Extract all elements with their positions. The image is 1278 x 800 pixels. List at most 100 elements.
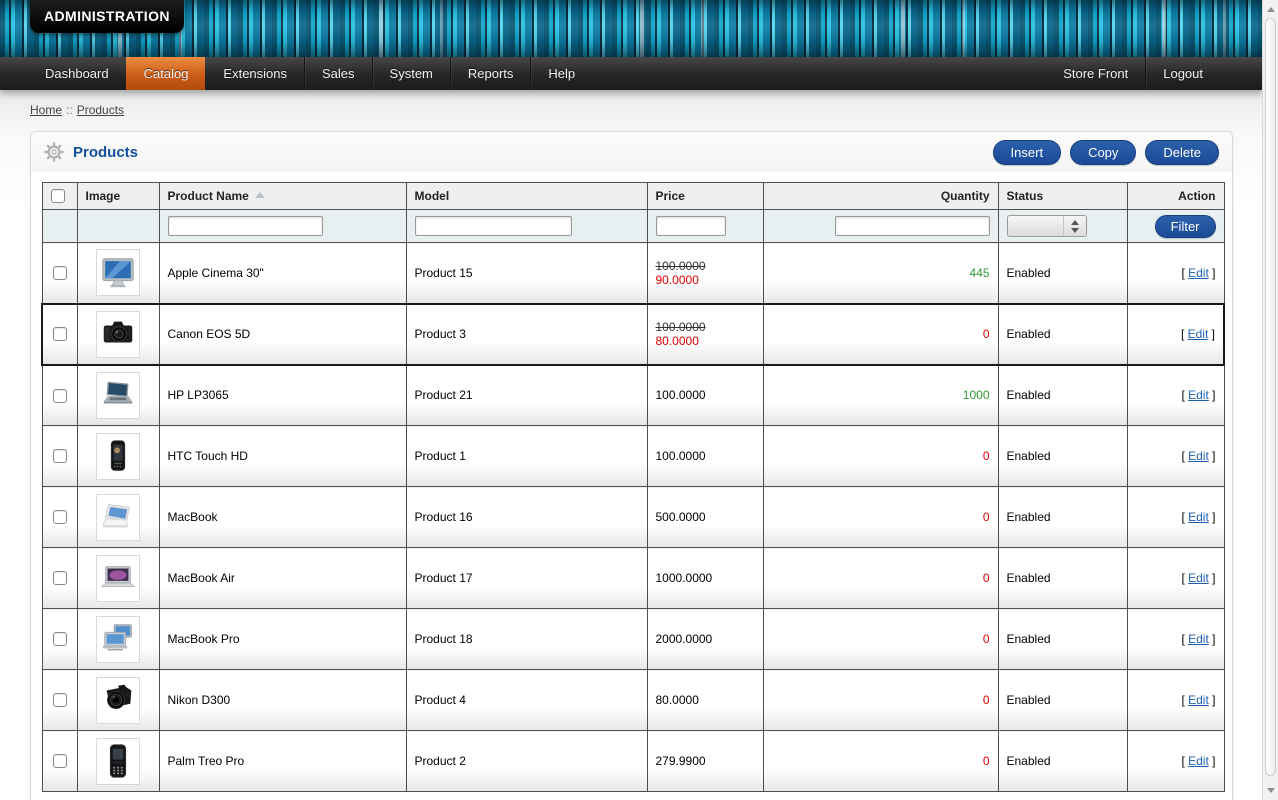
row-checkbox[interactable]	[53, 632, 67, 646]
row-checkbox[interactable]	[53, 693, 67, 707]
nav-item-catalog[interactable]: Catalog	[126, 57, 206, 90]
row-checkbox[interactable]	[53, 571, 67, 585]
filter-model-input[interactable]	[415, 216, 572, 236]
row-checkbox[interactable]	[53, 510, 67, 524]
breadcrumb-separator: ::	[66, 103, 73, 117]
nav-item-reports[interactable]: Reports	[450, 57, 531, 90]
column-header-product-name[interactable]: Product Name	[159, 183, 406, 210]
edit-bracket-open: [	[1181, 693, 1184, 707]
price-cell: 80.0000	[647, 670, 763, 731]
product-thumbnail	[96, 677, 140, 724]
model-cell: Product 1	[406, 426, 647, 487]
product-thumbnail	[96, 372, 140, 419]
logout-link[interactable]: Logout	[1145, 57, 1220, 90]
nav-item-system[interactable]: System	[372, 57, 450, 90]
edit-link[interactable]: Edit	[1188, 449, 1209, 463]
price-cell: 500.0000	[647, 487, 763, 548]
product-name-cell: HP LP3065	[159, 365, 406, 426]
action-cell: [ Edit ]	[1127, 731, 1224, 792]
delete-button[interactable]: Delete	[1145, 140, 1219, 165]
row-checkbox[interactable]	[53, 389, 67, 403]
gear-icon	[44, 142, 64, 162]
edit-link[interactable]: Edit	[1188, 571, 1209, 585]
action-cell: [ Edit ]	[1127, 487, 1224, 548]
nav-item-extensions[interactable]: Extensions	[205, 57, 304, 90]
product-row: HTC Touch HD Product 1 100.0000 0 Enable…	[42, 426, 1224, 487]
price-cell: 100.000080.0000	[647, 304, 763, 365]
nav-item-help[interactable]: Help	[530, 57, 592, 90]
edit-bracket-close: ]	[1212, 388, 1215, 402]
filter-price-input[interactable]	[656, 216, 726, 236]
column-header-model[interactable]: Model	[406, 183, 647, 210]
scrollbar-down-icon[interactable]	[1267, 788, 1275, 793]
products-panel: Products Insert Copy Delete Image Produc	[30, 131, 1233, 800]
edit-link[interactable]: Edit	[1188, 693, 1209, 707]
brand-badge: ADMINISTRATION	[30, 0, 184, 33]
insert-button[interactable]: Insert	[993, 140, 1062, 165]
edit-link[interactable]: Edit	[1188, 266, 1209, 280]
admin-page: ADMINISTRATION Dashboard Catalog Extensi…	[0, 0, 1278, 800]
page-scrollbar[interactable]	[1262, 0, 1278, 800]
product-thumbnail	[96, 616, 140, 663]
breadcrumb-products-link[interactable]: Products	[77, 103, 124, 117]
select-all-checkbox[interactable]	[51, 189, 65, 203]
quantity-cell: 1000	[763, 365, 998, 426]
column-header-status[interactable]: Status	[998, 183, 1127, 210]
price-cell: 2000.0000	[647, 609, 763, 670]
product-row: Canon EOS 5D Product 3 100.000080.0000 0…	[42, 304, 1224, 365]
product-name-cell: MacBook	[159, 487, 406, 548]
model-cell: Product 17	[406, 548, 647, 609]
product-row: HP LP3065 Product 21 100.0000 1000 Enabl…	[42, 365, 1224, 426]
status-cell: Enabled	[998, 609, 1127, 670]
price-cell: 100.0000	[647, 426, 763, 487]
model-cell: Product 16	[406, 487, 647, 548]
product-name-cell: HTC Touch HD	[159, 426, 406, 487]
row-checkbox[interactable]	[53, 754, 67, 768]
edit-link[interactable]: Edit	[1188, 754, 1209, 768]
action-cell: [ Edit ]	[1127, 548, 1224, 609]
filter-row: Filter	[42, 210, 1224, 243]
breadcrumb: Home::Products	[0, 90, 1262, 117]
product-name-cell: Nikon D300	[159, 670, 406, 731]
edit-bracket-close: ]	[1212, 754, 1215, 768]
status-cell: Enabled	[998, 365, 1127, 426]
quantity-cell: 0	[763, 609, 998, 670]
filter-name-input[interactable]	[168, 216, 323, 236]
quantity-cell: 445	[763, 243, 998, 304]
filter-button[interactable]: Filter	[1155, 215, 1216, 238]
row-checkbox[interactable]	[53, 449, 67, 463]
quantity-cell: 0	[763, 731, 998, 792]
scrollbar-thumb[interactable]	[1265, 18, 1276, 776]
edit-link[interactable]: Edit	[1188, 632, 1209, 646]
edit-bracket-open: [	[1181, 510, 1184, 524]
store-front-link[interactable]: Store Front	[1046, 57, 1145, 90]
edit-link[interactable]: Edit	[1188, 327, 1209, 341]
edit-bracket-open: [	[1181, 266, 1184, 280]
nav-item-dashboard[interactable]: Dashboard	[28, 57, 126, 90]
edit-bracket-close: ]	[1212, 510, 1215, 524]
product-row: Nikon D300 Product 4 80.0000 0 Enabled […	[42, 670, 1224, 731]
filter-status-select[interactable]	[1007, 215, 1087, 237]
action-cell: [ Edit ]	[1127, 304, 1224, 365]
quantity-cell: 0	[763, 487, 998, 548]
edit-link[interactable]: Edit	[1188, 388, 1209, 402]
edit-link[interactable]: Edit	[1188, 510, 1209, 524]
nav-item-sales[interactable]: Sales	[304, 57, 372, 90]
column-header-product-name-label: Product Name	[168, 189, 249, 203]
product-thumbnail	[96, 494, 140, 541]
column-header-quantity[interactable]: Quantity	[763, 183, 998, 210]
scrollbar-up-icon[interactable]	[1267, 7, 1275, 12]
price-cell: 100.000090.0000	[647, 243, 763, 304]
row-checkbox[interactable]	[53, 266, 67, 280]
edit-bracket-close: ]	[1212, 327, 1215, 341]
edit-bracket-open: [	[1181, 571, 1184, 585]
filter-quantity-input[interactable]	[835, 216, 990, 236]
product-name-cell: Apple Cinema 30"	[159, 243, 406, 304]
action-cell: [ Edit ]	[1127, 243, 1224, 304]
price-cell: 279.9900	[647, 731, 763, 792]
row-checkbox[interactable]	[53, 327, 67, 341]
copy-button[interactable]: Copy	[1070, 140, 1136, 165]
column-header-price[interactable]: Price	[647, 183, 763, 210]
status-cell: Enabled	[998, 548, 1127, 609]
breadcrumb-home-link[interactable]: Home	[30, 103, 62, 117]
